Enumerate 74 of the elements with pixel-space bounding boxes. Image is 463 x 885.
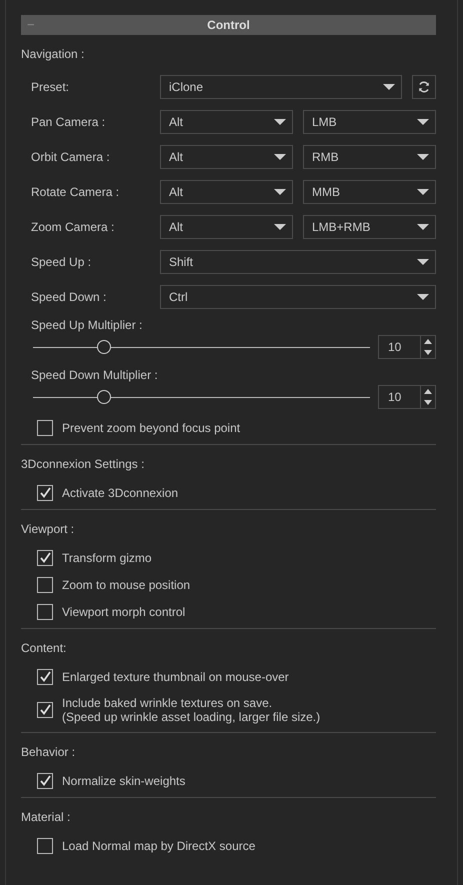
dropdown[interactable]: RMB	[303, 145, 436, 169]
checkbox[interactable]	[37, 669, 53, 685]
slider-thumb[interactable]	[96, 390, 111, 404]
panel-header[interactable]: − Control	[21, 15, 436, 35]
dropdown[interactable]: MMB	[303, 180, 436, 204]
section-heading: Content:	[21, 640, 68, 656]
caret-icon	[274, 154, 286, 160]
caret-icon	[417, 154, 429, 160]
checkbox-label: Activate 3Dconnexion	[62, 486, 178, 500]
caret-icon	[274, 224, 286, 230]
field-label: Speed Down :	[31, 290, 108, 304]
checkbox[interactable]	[37, 550, 53, 566]
checkbox[interactable]	[37, 485, 53, 501]
slider-label: Speed Down Multiplier :	[31, 367, 159, 383]
dropdown-value: Shift	[169, 255, 194, 269]
checkbox[interactable]	[37, 577, 53, 593]
field-label: Preset:	[31, 80, 70, 94]
caret-icon	[274, 119, 286, 125]
checkbox-label: Viewport morph control	[62, 605, 186, 619]
slider-label: Speed Up Multiplier :	[31, 317, 144, 333]
section-heading: Viewport :	[21, 521, 76, 537]
section-heading: 3Dconnexion Settings :	[21, 456, 146, 472]
checkbox-label: Prevent zoom beyond focus point	[62, 421, 240, 435]
dropdown[interactable]: LMB	[303, 110, 436, 134]
dropdown-value: LMB+RMB	[312, 220, 372, 234]
dropdown[interactable]: Alt	[160, 110, 293, 134]
dropdown[interactable]: Alt	[160, 215, 293, 239]
field-label: Rotate Camera :	[31, 185, 120, 199]
panel-title: Control	[207, 18, 250, 32]
checkbox-label: Normalize skin-weights	[62, 774, 186, 788]
dropdown-value: Alt	[169, 220, 184, 234]
checkbox[interactable]	[37, 604, 53, 620]
dropdown-value: Alt	[169, 115, 184, 129]
caret-icon	[417, 189, 429, 195]
checkbox-label: Zoom to mouse position	[62, 578, 190, 592]
checkbox-label: Transform gizmo	[62, 551, 152, 565]
dropdown-value: Alt	[169, 150, 184, 164]
field-label: Orbit Camera :	[31, 150, 111, 164]
checkbox[interactable]	[37, 702, 53, 718]
refresh-button[interactable]	[412, 75, 436, 99]
section-heading: Navigation :	[21, 46, 86, 62]
checkbox-label: Include baked wrinkle textures on save. (Speed up wrinkle asset loading, larger file size.)	[62, 696, 320, 724]
dropdown-value: Ctrl	[169, 290, 189, 304]
caret-icon	[417, 294, 429, 300]
dropdown-value: iClone	[169, 80, 204, 94]
caret-icon	[274, 189, 286, 195]
field-label: Zoom Camera :	[31, 220, 116, 234]
caret-icon	[417, 119, 429, 125]
dropdown[interactable]: LMB+RMB	[303, 215, 436, 239]
checkbox[interactable]	[37, 773, 53, 789]
dropdown-value: MMB	[312, 185, 341, 199]
dropdown[interactable]: Ctrl	[160, 285, 436, 309]
checkbox[interactable]	[37, 420, 53, 436]
dropdown-value: LMB	[312, 115, 338, 129]
slider-thumb[interactable]	[96, 340, 111, 354]
dropdown[interactable]: Alt	[160, 145, 293, 169]
refresh-icon	[417, 80, 431, 94]
dropdown-value: RMB	[312, 150, 340, 164]
checkbox-label: Enlarged texture thumbnail on mouse-over	[62, 670, 289, 684]
caret-icon	[417, 259, 429, 265]
checkbox[interactable]	[37, 838, 53, 854]
section-heading: Material :	[21, 809, 72, 825]
caret-icon	[383, 84, 395, 90]
section-heading: Behavior :	[21, 744, 76, 760]
dropdown[interactable]: iClone	[160, 75, 402, 99]
field-label: Speed Up :	[31, 255, 92, 269]
dropdown[interactable]: Shift	[160, 250, 436, 274]
number-field[interactable]: 10	[378, 385, 436, 409]
dropdown[interactable]: Alt	[160, 180, 293, 204]
checkbox-label: Load Normal map by DirectX source	[62, 839, 256, 853]
dropdown-value: Alt	[169, 185, 184, 199]
caret-icon	[417, 224, 429, 230]
number-field[interactable]: 10	[378, 335, 436, 359]
field-label: Pan Camera :	[31, 115, 106, 129]
